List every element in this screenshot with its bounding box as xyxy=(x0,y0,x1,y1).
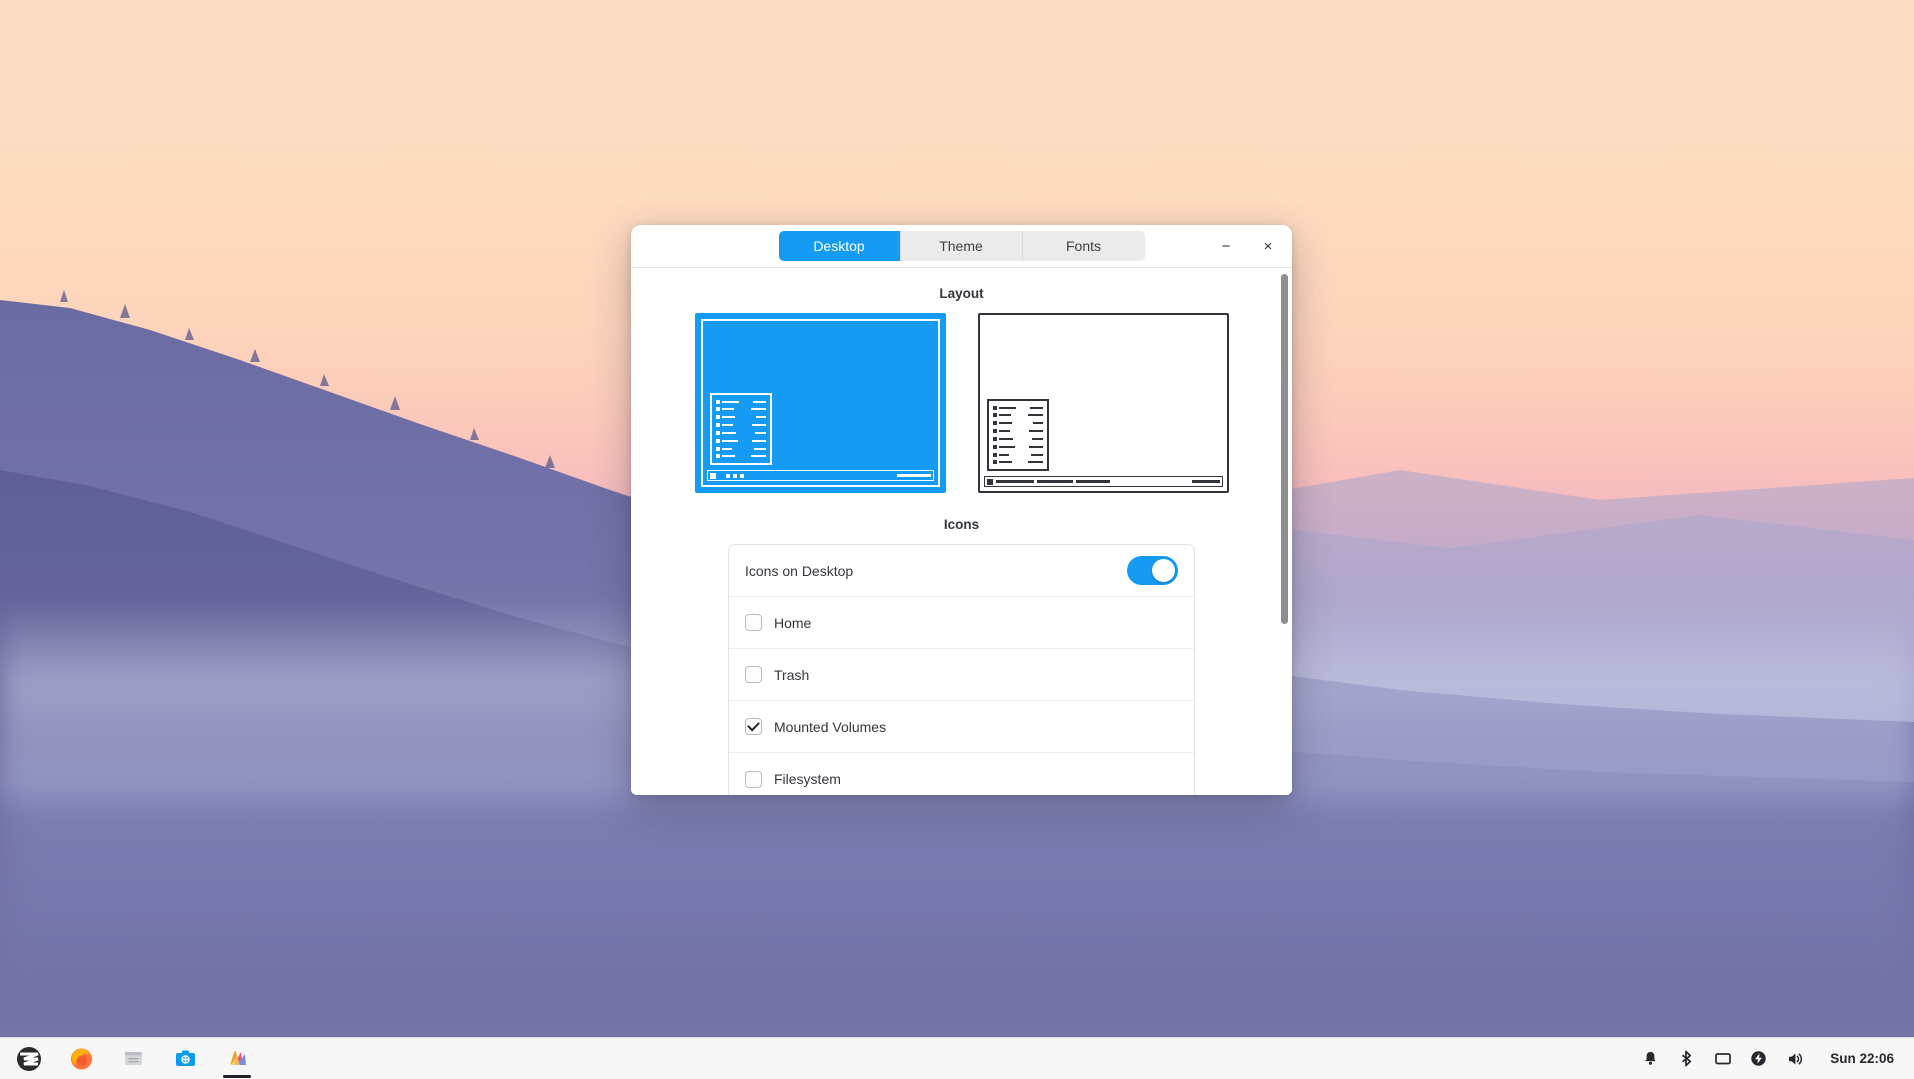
bluetooth-icon xyxy=(1682,1050,1692,1067)
zorin-menu-icon xyxy=(17,1046,41,1071)
clock[interactable]: Sun 22:06 xyxy=(1824,1051,1900,1066)
software-icon xyxy=(175,1050,195,1066)
filesystem-label: Filesystem xyxy=(774,771,841,787)
icons-on-desktop-label: Icons on Desktop xyxy=(745,562,854,579)
tab-group: Desktop Theme Fonts xyxy=(778,231,1145,261)
volume-button[interactable] xyxy=(1778,1038,1811,1079)
layout-preview-screen xyxy=(700,319,940,487)
volume-icon xyxy=(1788,1053,1802,1064)
files-button[interactable] xyxy=(110,1038,156,1079)
appearance-button[interactable] xyxy=(214,1038,260,1079)
firefox-button[interactable] xyxy=(58,1038,104,1079)
appearance-icon xyxy=(229,1050,246,1065)
appearance-settings-window: Desktop Theme Fonts − × Layout Icons Ico… xyxy=(631,225,1292,795)
tab-theme[interactable]: Theme xyxy=(900,231,1023,261)
power-icon xyxy=(1751,1051,1766,1066)
tab-desktop[interactable]: Desktop xyxy=(778,231,901,261)
layout-preview-taskbar xyxy=(983,476,1223,487)
power-button[interactable] xyxy=(1742,1038,1775,1079)
settings-scrollbar-thumb[interactable] xyxy=(1281,274,1288,624)
layout-preview-frame xyxy=(694,313,946,493)
desktop: Desktop Theme Fonts − × Layout Icons Ico… xyxy=(0,0,1914,1079)
settings-content: Layout Icons Icons on Desktop Home Trash… xyxy=(631,268,1292,795)
trash-checkbox[interactable] xyxy=(745,666,762,683)
software-button[interactable] xyxy=(162,1038,208,1079)
row-filesystem[interactable]: Filesystem xyxy=(729,753,1194,795)
row-home[interactable]: Home xyxy=(729,597,1194,649)
settings-scrollbar-track[interactable] xyxy=(1280,268,1289,795)
taskbar-app-area xyxy=(0,1038,260,1079)
window-body: Layout Icons Icons on Desktop Home Trash… xyxy=(631,268,1292,795)
display-button[interactable] xyxy=(1706,1038,1739,1079)
mounted-volumes-checkbox[interactable] xyxy=(745,718,762,735)
toggle-knob xyxy=(1152,559,1175,582)
filesystem-checkbox[interactable] xyxy=(745,770,762,788)
icons-section-title: Icons xyxy=(943,517,980,532)
window-controls: − × xyxy=(1212,232,1282,260)
layout-option-zorin-menu[interactable] xyxy=(694,313,946,493)
zorin-menu-button[interactable] xyxy=(6,1038,52,1079)
mounted-volumes-label: Mounted Volumes xyxy=(774,718,887,735)
taskbar: Sun 22:06 xyxy=(0,1037,1914,1079)
home-checkbox[interactable] xyxy=(745,614,762,631)
close-button[interactable]: × xyxy=(1254,232,1282,260)
layout-preview-taskbar xyxy=(706,470,934,481)
notifications-button[interactable] xyxy=(1634,1038,1667,1079)
window-titlebar: Desktop Theme Fonts − × xyxy=(631,225,1292,268)
row-icons-on-desktop[interactable]: Icons on Desktop xyxy=(729,545,1194,597)
bluetooth-button[interactable] xyxy=(1670,1038,1703,1079)
icons-on-desktop-toggle[interactable] xyxy=(1127,556,1178,585)
tab-fonts[interactable]: Fonts xyxy=(1022,231,1145,261)
wallpaper-fog-lower xyxy=(0,760,1914,1000)
firefox-icon xyxy=(70,1048,92,1070)
layout-preview-menu-panel xyxy=(986,399,1049,471)
layout-preview-screen xyxy=(980,315,1227,491)
layout-options xyxy=(657,313,1266,493)
icons-settings-card: Icons on Desktop Home Trash Mounted Volu… xyxy=(728,544,1195,795)
layout-section-title: Layout xyxy=(939,286,984,301)
notifications-bell-icon xyxy=(1645,1052,1656,1065)
row-trash[interactable]: Trash xyxy=(729,649,1194,701)
trash-label: Trash xyxy=(774,666,810,683)
system-tray: Sun 22:06 xyxy=(1634,1038,1914,1079)
files-icon xyxy=(124,1052,142,1065)
minimize-button[interactable]: − xyxy=(1212,232,1240,260)
layout-preview-menu-panel xyxy=(709,393,772,465)
layout-option-windows-like[interactable] xyxy=(977,313,1229,493)
home-label: Home xyxy=(774,614,812,631)
display-icon xyxy=(1714,1052,1731,1064)
row-mounted-volumes[interactable]: Mounted Volumes xyxy=(729,701,1194,753)
layout-preview-frame xyxy=(977,313,1229,493)
